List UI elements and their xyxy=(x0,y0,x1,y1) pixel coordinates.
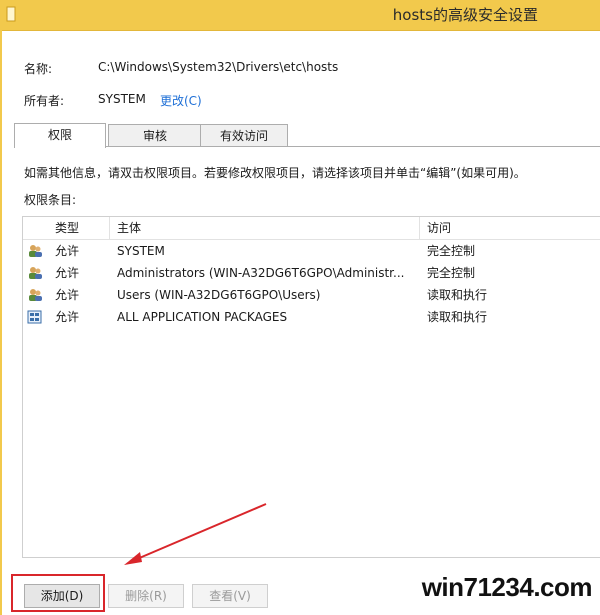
column-header-type[interactable]: 类型 xyxy=(55,217,79,239)
cell-principal: ALL APPLICATION PACKAGES xyxy=(117,310,288,324)
users-icon xyxy=(29,245,42,257)
column-header-principal[interactable]: 主体 xyxy=(117,217,141,239)
table-row[interactable]: 允许 SYSTEM 完全控制 xyxy=(23,240,600,262)
users-icon xyxy=(29,289,42,301)
entries-label: 权限条目: xyxy=(24,193,77,207)
view-button[interactable]: 查看(V) xyxy=(192,584,268,608)
cell-type: 允许 xyxy=(55,244,80,258)
cell-principal: SYSTEM xyxy=(117,244,165,258)
table-row[interactable]: 允许 Administrators (WIN-A32DG6T6GPO\Admin… xyxy=(23,262,600,284)
cell-type: 允许 xyxy=(55,310,80,324)
change-owner-link[interactable]: 更改(C) xyxy=(160,92,202,109)
table-row[interactable]: 允许 Users (WIN-A32DG6T6GPO\Users) 读取和执行 xyxy=(23,284,600,306)
table-row[interactable]: 允许 ALL APPLICATION PACKAGES 读取和执行 xyxy=(23,306,600,328)
cell-type: 允许 xyxy=(55,266,80,280)
window-border xyxy=(0,30,2,615)
users-icon xyxy=(29,267,42,279)
name-label: 名称: xyxy=(24,62,53,76)
cell-principal: Administrators (WIN-A32DG6T6GPO\Administ… xyxy=(117,266,405,280)
tab-permissions[interactable]: 权限 xyxy=(14,123,106,148)
cell-access: 读取和执行 xyxy=(427,288,488,302)
column-divider[interactable] xyxy=(419,217,420,239)
cell-principal: Users (WIN-A32DG6T6GPO\Users) xyxy=(117,288,321,302)
site-watermark: win71234.com xyxy=(421,572,593,602)
cell-type: 允许 xyxy=(55,288,80,302)
folder-icon xyxy=(6,6,16,22)
cell-access: 完全控制 xyxy=(427,244,476,258)
cell-access: 读取和执行 xyxy=(427,310,488,324)
tab-effective-access[interactable]: 有效访问 xyxy=(200,124,288,147)
annotation-arrow xyxy=(124,503,267,565)
owner-value: SYSTEM xyxy=(98,92,146,106)
tab-auditing[interactable]: 审核 xyxy=(108,124,202,147)
column-header-access[interactable]: 访问 xyxy=(427,217,451,239)
permission-entries-list[interactable]: 类型 主体 访问 允许 SYSTEM 完全控制 允许 Administrator… xyxy=(22,216,600,558)
list-header: 类型 主体 访问 xyxy=(23,217,600,240)
window-title: hosts的高级安全设置 xyxy=(392,6,538,24)
remove-button[interactable]: 删除(R) xyxy=(108,584,184,608)
name-value: C:\Windows\System32\Drivers\etc\hosts xyxy=(98,60,339,74)
hint-text: 如需其他信息，请双击权限项目。若要修改权限项目，请选择该项目并单击“编辑”(如果… xyxy=(24,166,526,180)
app-packages-icon xyxy=(27,310,42,324)
add-button[interactable]: 添加(D) xyxy=(24,584,100,608)
column-divider[interactable] xyxy=(109,217,110,239)
cell-access: 完全控制 xyxy=(427,266,476,280)
title-bar: hosts的高级安全设置 xyxy=(0,0,600,31)
owner-label: 所有者: xyxy=(24,94,65,108)
